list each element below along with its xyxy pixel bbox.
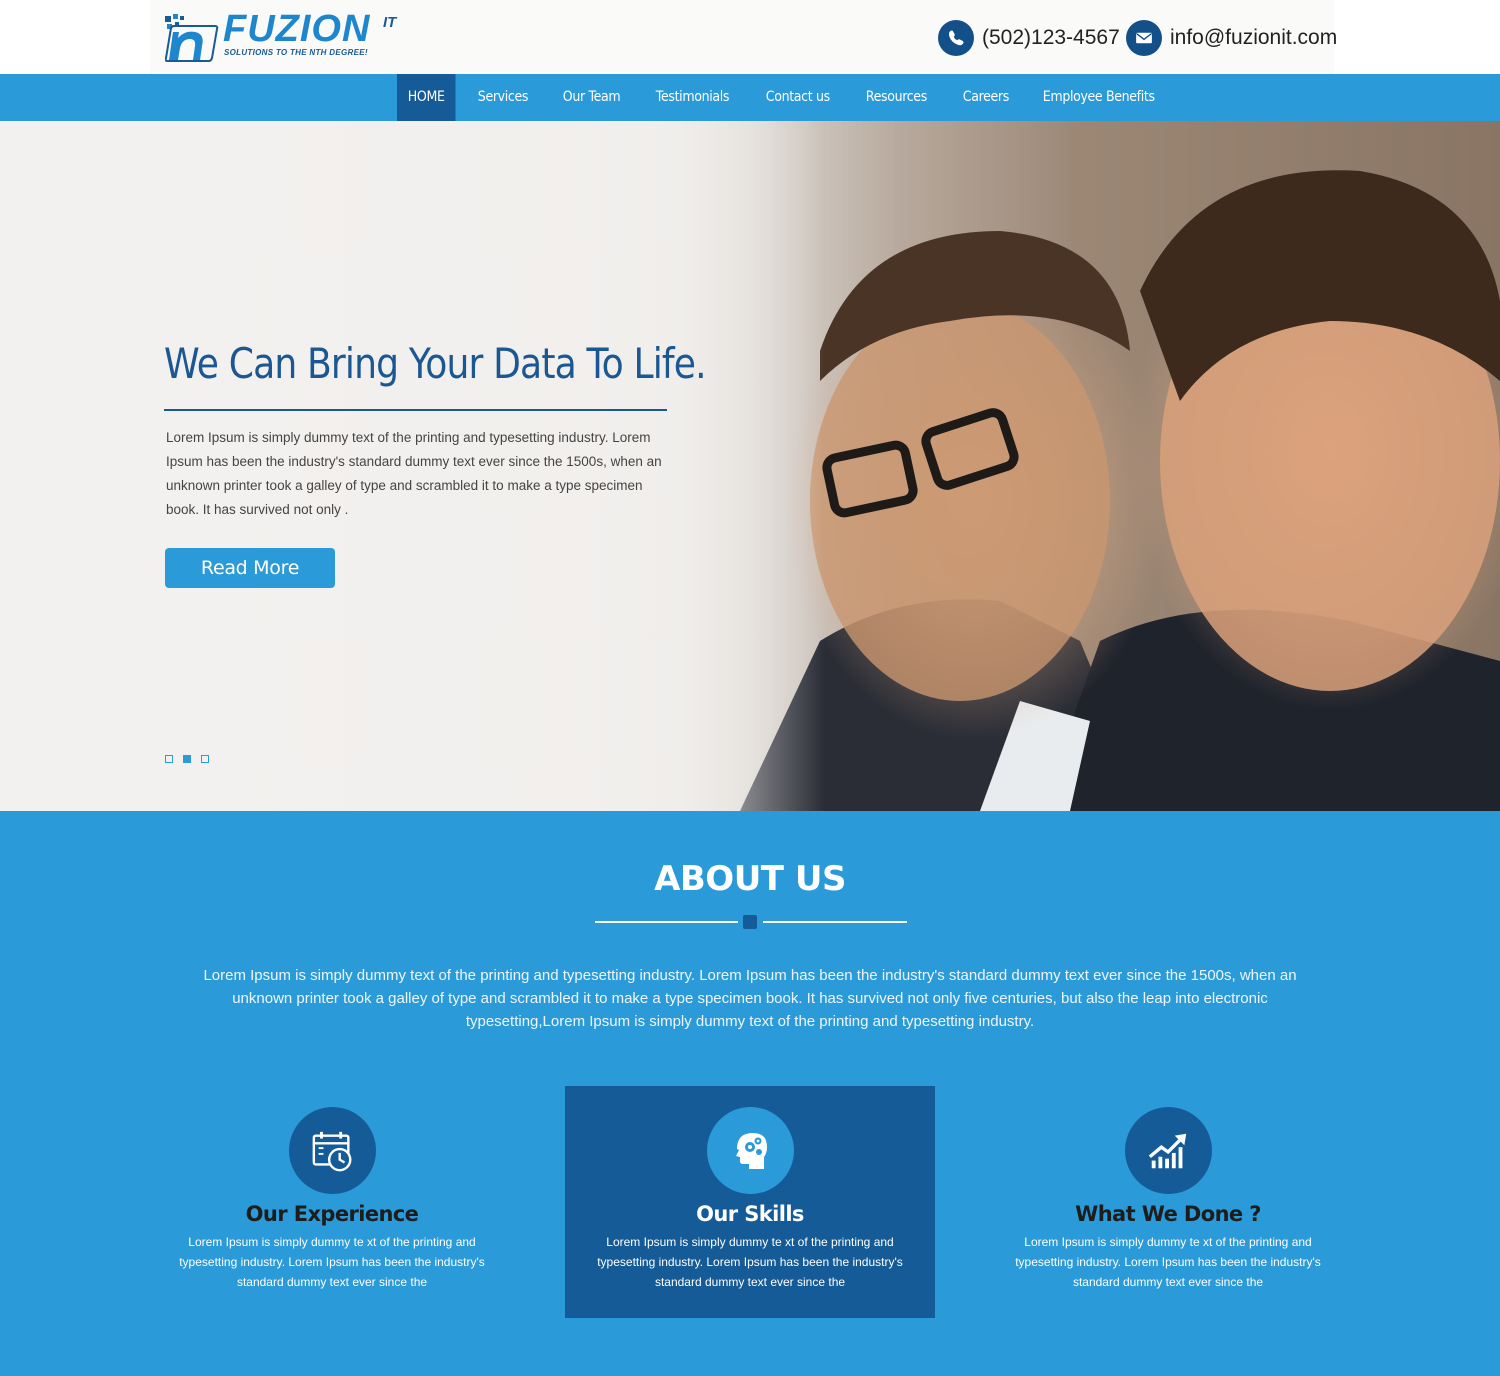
nav-item-resources[interactable]: Resources xyxy=(855,74,938,121)
slide-dot-2[interactable] xyxy=(183,755,191,763)
hero-divider xyxy=(164,409,667,411)
head-gears-icon xyxy=(707,1107,794,1194)
brand-name: FUZION xyxy=(223,8,371,50)
phone-icon xyxy=(938,20,974,56)
envelope-icon xyxy=(1126,20,1162,56)
feature-title: Our Skills xyxy=(696,1202,804,1226)
site-header: FUZION IT SOLUTIONS TO THE NTH DEGREE! (… xyxy=(0,0,1500,74)
nav-item-testimonials[interactable]: Testimonials xyxy=(645,74,740,121)
about-description: Lorem Ipsum is simply dummy text of the … xyxy=(203,967,1297,1030)
main-navigation: HOME Services Our Team Testimonials Cont… xyxy=(0,74,1500,121)
nav-item-careers[interactable]: Careers xyxy=(952,74,1020,121)
nav-item-contact-us[interactable]: Contact us xyxy=(755,74,841,121)
brand-logo[interactable]: FUZION IT SOLUTIONS TO THE NTH DEGREE! xyxy=(165,6,405,64)
phone-number: (502)123-4567 xyxy=(982,26,1120,49)
feature-title: What We Done ? xyxy=(1075,1202,1261,1226)
feature-description: Lorem Ipsum is simply dummy te xt of the… xyxy=(597,1235,903,1289)
nav-item-services[interactable]: Services xyxy=(467,74,539,121)
hero-description: Lorem Ipsum is simply dummy text of the … xyxy=(166,430,662,517)
brand-tagline: SOLUTIONS TO THE NTH DEGREE! xyxy=(224,48,368,57)
slide-dot-1[interactable] xyxy=(165,755,173,763)
hero-slider: We Can Bring Your Data To Life. Lorem Ip… xyxy=(0,121,1500,811)
nav-item-employee-benefits[interactable]: Employee Benefits xyxy=(1032,74,1165,121)
slide-dot-3[interactable] xyxy=(201,755,209,763)
about-title: ABOUT US xyxy=(654,859,846,899)
calendar-clock-icon xyxy=(289,1107,376,1194)
growth-chart-icon xyxy=(1125,1107,1212,1194)
feature-description: Lorem Ipsum is simply dummy te xt of the… xyxy=(179,1235,485,1289)
about-divider-right xyxy=(763,921,907,923)
nav-item-our-team[interactable]: Our Team xyxy=(552,74,631,121)
nav-menu: HOME Services Our Team Testimonials Cont… xyxy=(397,74,1186,121)
brand-suffix: IT xyxy=(383,14,397,31)
about-section: ABOUT US Lorem Ipsum is simply dummy tex… xyxy=(0,811,1500,1376)
nav-item-home[interactable]: HOME xyxy=(397,74,456,121)
slider-pagination xyxy=(165,755,219,763)
feature-card-skills[interactable]: Our Skills Lorem Ipsum is simply dummy t… xyxy=(565,1086,935,1318)
email-contact[interactable]: info@fuzionit.com xyxy=(1126,20,1337,56)
about-divider-square xyxy=(743,915,757,929)
logo-mark-icon xyxy=(165,14,219,62)
feature-card-what-we-done[interactable]: What We Done ? Lorem Ipsum is simply dum… xyxy=(983,1086,1353,1318)
email-address: info@fuzionit.com xyxy=(1170,26,1338,49)
read-more-button[interactable]: Read More xyxy=(165,548,335,588)
phone-contact[interactable]: (502)123-4567 xyxy=(938,20,1120,56)
about-divider-left xyxy=(595,921,738,923)
feature-description: Lorem Ipsum is simply dummy te xt of the… xyxy=(1015,1235,1321,1289)
feature-title: Our Experience xyxy=(245,1202,419,1226)
hero-title: We Can Bring Your Data To Life. xyxy=(164,339,707,388)
feature-card-experience[interactable]: Our Experience Lorem Ipsum is simply dum… xyxy=(147,1086,517,1318)
